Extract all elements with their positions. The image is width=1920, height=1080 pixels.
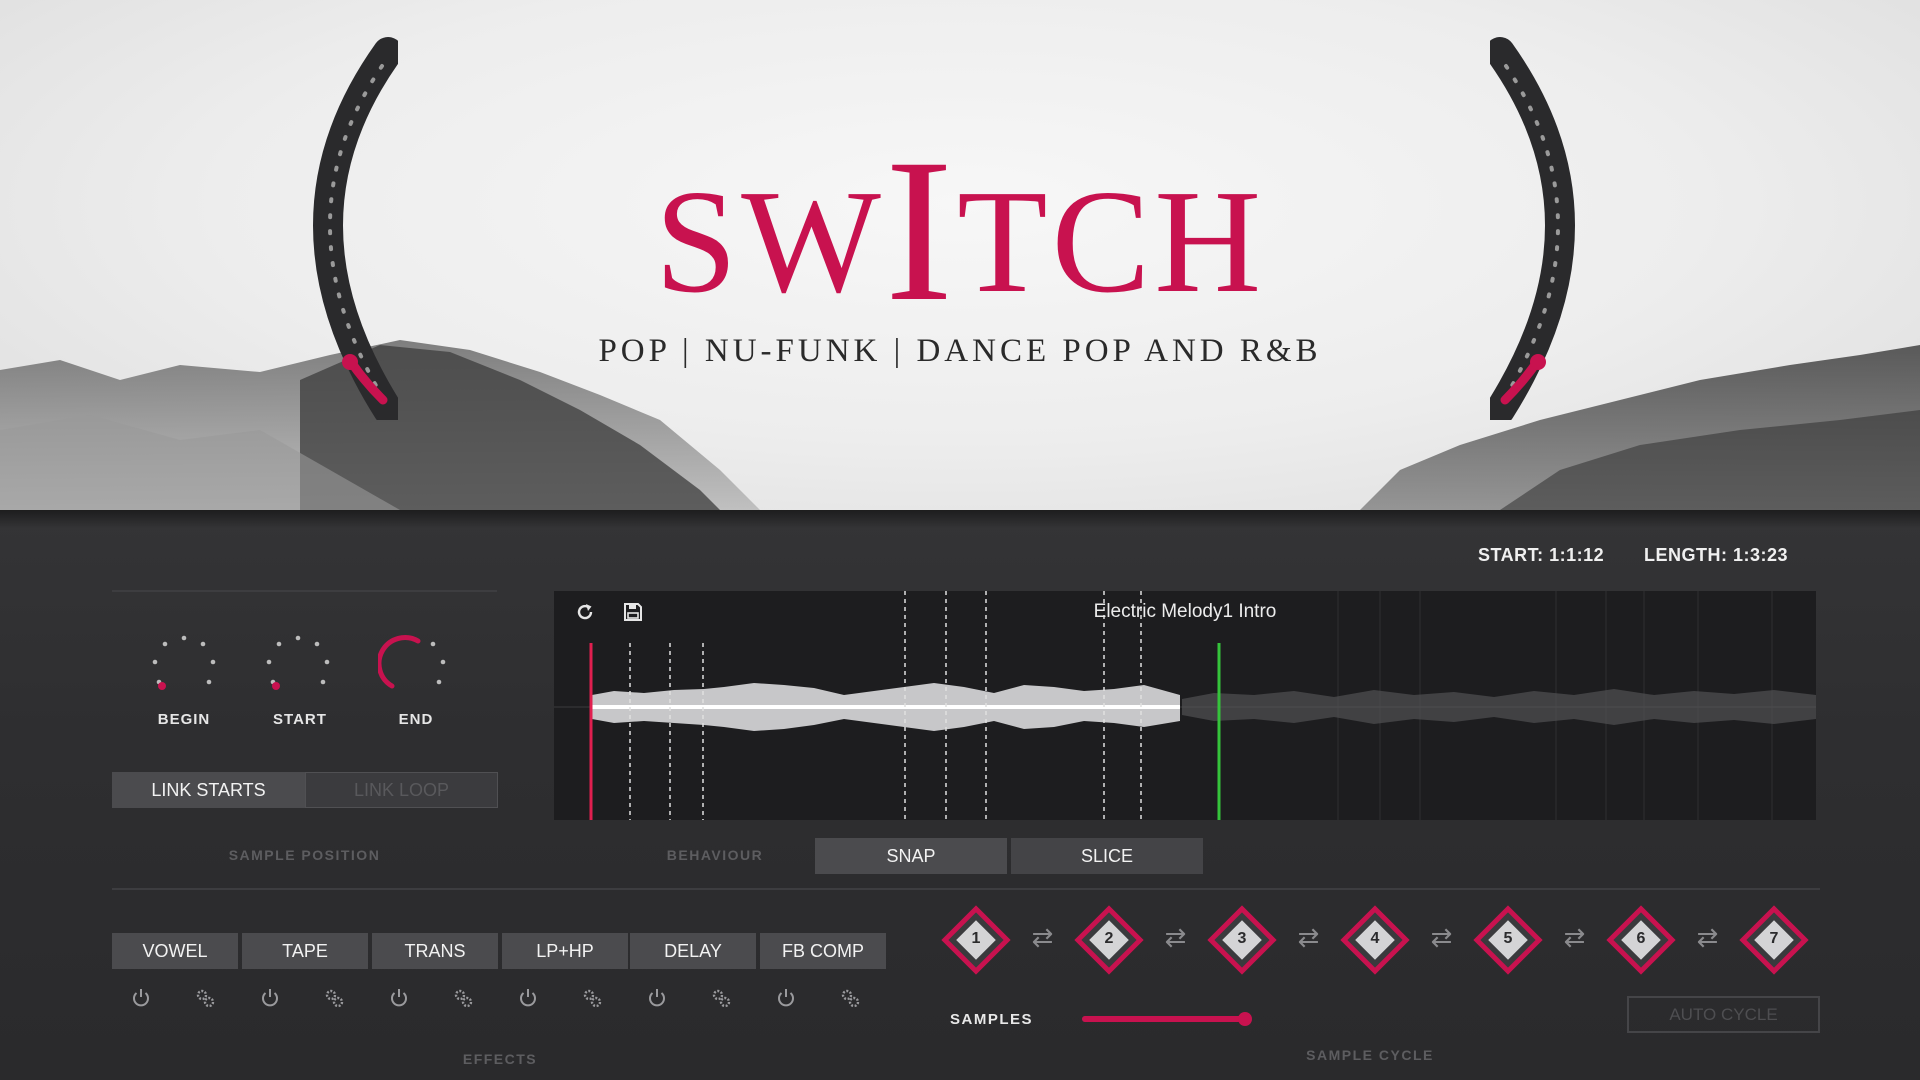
swap-arrows-icon[interactable]: ⇄: [1027, 922, 1059, 953]
fx-tape-button[interactable]: TAPE: [242, 933, 368, 969]
sample-slot-number: 6: [1636, 930, 1646, 947]
samples-slider-thumb[interactable]: [1237, 1012, 1252, 1026]
samples-label: SAMPLES: [950, 1011, 1034, 1028]
tape-power-icon[interactable]: [259, 987, 281, 1009]
lphp-settings-icon[interactable]: [581, 987, 603, 1009]
genre-subtitle: POP | NU-FUNK | DANCE POP AND R&B: [598, 333, 1322, 369]
fx-trans-button[interactable]: TRANS: [372, 933, 498, 969]
swap-arrows-icon[interactable]: ⇄: [1692, 922, 1724, 953]
fx-lphp-button[interactable]: LP+HP: [502, 933, 628, 969]
auto-cycle-button[interactable]: AUTO CYCLE: [1627, 996, 1820, 1033]
link-loop-button[interactable]: LINK LOOP: [305, 772, 498, 808]
length-readout: LENGTH: 1:3:23: [1644, 545, 1789, 565]
logo-part-2: I: [884, 117, 958, 344]
samples-slider-fill: [1082, 1016, 1245, 1022]
delay-power-icon[interactable]: [646, 987, 668, 1009]
begin-knob[interactable]: [148, 632, 220, 704]
switch-logo: SWITCH: [590, 128, 1330, 333]
slice-button[interactable]: SLICE: [1011, 838, 1203, 874]
samples-slider-track[interactable]: [1082, 1012, 1252, 1026]
start-label: START: [273, 711, 327, 728]
link-starts-button[interactable]: LINK STARTS: [112, 772, 305, 808]
sample-slot-number: 5: [1503, 930, 1513, 947]
vowel-settings-icon[interactable]: [194, 987, 216, 1009]
sample-slot-number: 7: [1769, 930, 1779, 947]
swap-arrows-icon[interactable]: ⇄: [1160, 922, 1192, 953]
panel-shadow: [0, 510, 1920, 528]
sample-position-label: SAMPLE POSITION: [228, 847, 381, 863]
begin-label: BEGIN: [157, 711, 211, 728]
sample-cycle-label: SAMPLE CYCLE: [1306, 1047, 1434, 1063]
trans-power-icon[interactable]: [388, 987, 410, 1009]
snap-button[interactable]: SNAP: [815, 838, 1007, 874]
start-knob[interactable]: [262, 632, 334, 704]
left-macro-dial[interactable]: [278, 30, 398, 420]
sample-name: Electric Melody1 Intro: [1093, 601, 1277, 622]
fbcomp-settings-icon[interactable]: [839, 987, 861, 1009]
swap-arrows-icon[interactable]: ⇄: [1293, 922, 1325, 953]
sample-slot-number: 2: [1104, 930, 1114, 947]
switch-instrument-ui: SWITCH POP | NU-FUNK | DANCE POP AND R&B…: [0, 0, 1920, 1080]
swap-arrows-icon[interactable]: ⇄: [1559, 922, 1591, 953]
logo-part-1: SW: [654, 160, 885, 324]
sample-slot-number: 1: [971, 930, 981, 947]
tape-settings-icon[interactable]: [323, 987, 345, 1009]
lphp-power-icon[interactable]: [517, 987, 539, 1009]
fbcomp-power-icon[interactable]: [775, 987, 797, 1009]
fx-delay-button[interactable]: DELAY: [630, 933, 756, 969]
divider-top-left: [112, 590, 497, 592]
behaviour-label: BEHAVIOUR: [666, 847, 764, 863]
delay-settings-icon[interactable]: [710, 987, 732, 1009]
trans-settings-icon[interactable]: [452, 987, 474, 1009]
effects-label: EFFECTS: [462, 1051, 538, 1067]
end-knob[interactable]: [378, 632, 450, 704]
vowel-power-icon[interactable]: [130, 987, 152, 1009]
logo-part-3: TCH: [957, 160, 1266, 324]
waveform-display[interactable]: Electric Melody1 Intro: [554, 591, 1816, 820]
right-macro-dial[interactable]: [1490, 30, 1610, 420]
header-artwork: SWITCH POP | NU-FUNK | DANCE POP AND R&B: [0, 0, 1920, 510]
fx-fbcomp-button[interactable]: FB COMP: [760, 933, 886, 969]
waveform-graphic: [554, 591, 1816, 820]
swap-arrows-icon[interactable]: ⇄: [1426, 922, 1458, 953]
fx-vowel-button[interactable]: VOWEL: [112, 933, 238, 969]
divider-middle: [112, 888, 1820, 890]
sample-slot-number: 4: [1370, 930, 1380, 947]
start-readout: START: 1:1:12: [1478, 545, 1605, 565]
end-label: END: [398, 711, 434, 728]
sample-slot-number: 3: [1237, 930, 1247, 947]
